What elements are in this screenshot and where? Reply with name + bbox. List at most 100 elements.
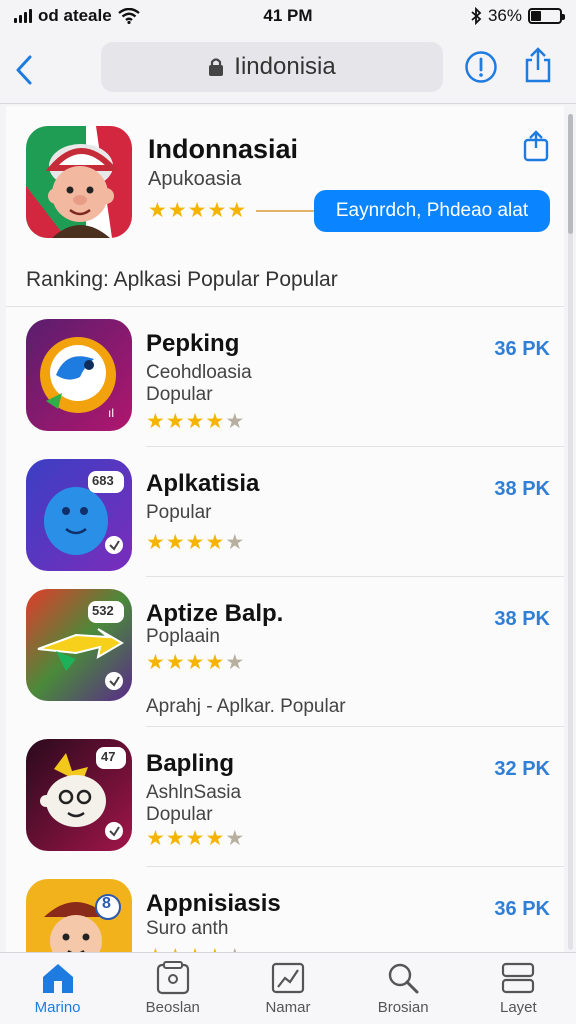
app-badge: 8 — [102, 895, 111, 912]
signal-icon — [14, 9, 32, 23]
star-icon: ★ — [207, 199, 226, 222]
tab-namar[interactable]: Namar — [238, 961, 338, 1016]
star-icon: ★ — [146, 944, 165, 952]
star-icon: ★ — [146, 827, 165, 850]
home-icon — [42, 964, 73, 993]
rating-stars: ★★★★★ — [146, 826, 244, 851]
star-icon: ★ — [227, 199, 246, 222]
status-bar: od ateale 41 PM 36% — [0, 0, 576, 32]
star-icon: ★ — [148, 199, 167, 222]
list-item[interactable]: 683 Aplkatisia Popular ★ ★ ★ ★ ★ 38 PK — [6, 446, 564, 577]
star-icon: ★ — [185, 827, 205, 850]
tab-search[interactable]: Brosian — [353, 961, 453, 1016]
lock-icon — [209, 58, 224, 76]
rating-stars: ★★★★★ — [146, 650, 244, 675]
star-icon: ★ — [146, 410, 165, 433]
app-icon: 532 — [26, 589, 132, 701]
star-icon: ★ — [165, 651, 185, 674]
url-text: Iindonisia — [234, 53, 336, 80]
star-icon: ★ — [205, 944, 224, 952]
get-app-button[interactable]: Eaynrdch, Phdeao alat — [314, 190, 550, 232]
star-icon: ★ — [186, 944, 205, 952]
battery-icon — [528, 8, 565, 24]
share-icon — [525, 47, 551, 83]
star-icon: ★ — [205, 651, 224, 674]
app-category: Poplaain — [146, 626, 220, 647]
rating-stars: ★★★★★ — [146, 944, 244, 952]
address-bar[interactable]: Iindonisia — [101, 42, 443, 92]
app-category: Popular — [146, 502, 212, 523]
tab-home[interactable]: Marino — [8, 961, 108, 1016]
app-title[interactable]: Aptize Balp. — [146, 600, 283, 628]
featured-app-icon — [26, 126, 132, 238]
star-icon: ★ — [185, 651, 205, 674]
app-tag: Dopular — [146, 804, 213, 825]
app-list-page[interactable]: Indonnasiai Apukoasia ★ ★ ★ ★ ★ Eaynrdch, Ph… — [6, 106, 564, 952]
star-icon: ★ — [165, 827, 185, 850]
divider-line — [256, 210, 318, 212]
star-icon: ★ — [146, 651, 165, 674]
star-half-icon: ★ — [225, 827, 244, 850]
featured-rating-stars: ★ ★ ★ ★ ★ — [148, 198, 246, 223]
featured-app-subtitle: Apukoasia — [148, 168, 242, 190]
tab-label: Namar — [265, 999, 311, 1016]
svg-text:ıl: ıl — [108, 406, 114, 420]
tab-bar: Marino Beoslan Namar Brosian Layet — [0, 952, 576, 1024]
status-left: od ateale — [14, 6, 140, 26]
battery-percent: 36% — [487, 6, 522, 25]
status-right: 36% — [470, 6, 565, 26]
share-button[interactable] — [522, 46, 554, 89]
chevron-left-icon — [16, 55, 32, 84]
nav-bar: Iindonisia — [0, 36, 576, 104]
app-title[interactable]: Appnisiasis — [146, 890, 281, 918]
list-item[interactable]: 532 Aptize Balp. Poplaain ★ ★ ★ ★ ★ Aprahj -… — [6, 576, 564, 727]
star-icon: ★ — [167, 199, 187, 222]
rating-stars: ★★★★★ — [146, 530, 244, 555]
list-item[interactable]: 8 Appnisiasis Suro anth ★★★★★ 36 PK — [6, 866, 564, 952]
app-category: Ceohdloasia — [146, 362, 252, 383]
app-icon: 47 — [26, 739, 132, 851]
chart-icon — [271, 962, 305, 994]
section-heading: Ranking: Aplkasi Popular Popular — [26, 268, 338, 291]
featured-app[interactable]: Indonnasiai Apukoasia ★ ★ ★ ★ ★ Eaynrdch, Ph… — [6, 106, 564, 256]
carrier-label: od ateale — [38, 6, 112, 25]
app-tag: Dopular — [146, 384, 213, 405]
info-button[interactable] — [464, 50, 498, 89]
app-price[interactable]: 36 PK — [494, 898, 550, 921]
star-icon: ★ — [205, 531, 224, 554]
app-price[interactable]: 36 PK — [494, 338, 550, 361]
star-half-icon: ★ — [225, 410, 244, 433]
star-icon: ★ — [185, 410, 205, 433]
app-title[interactable]: Pepking — [146, 330, 239, 358]
app-category: AshlnSasia — [146, 782, 242, 803]
tab-label: Layet — [499, 999, 537, 1016]
app-category: Suro anth — [146, 918, 229, 939]
featured-app-title[interactable]: Indonnasiai — [148, 134, 298, 165]
search-icon — [388, 963, 419, 994]
app-price[interactable]: 38 PK — [494, 478, 550, 501]
app-price[interactable]: 32 PK — [494, 758, 550, 781]
app-icon: 683 — [26, 459, 132, 571]
app-title[interactable]: Bapling — [146, 750, 234, 778]
app-title[interactable]: Aplkatisia — [146, 470, 259, 498]
star-icon: ★ — [165, 531, 185, 554]
list-item[interactable]: 47 Bapling AshlnSasia Dopular ★ ★ ★ ★ ★ 32 P… — [6, 726, 564, 867]
star-icon: ★ — [205, 410, 224, 433]
star-half-icon: ★ — [225, 531, 244, 554]
list-item[interactable]: ıl Pepking Ceohdloasia Dopular ★ ★ ★ ★ ★ 36 … — [6, 306, 564, 447]
rating-stars: ★★★★★ — [146, 409, 244, 434]
scrollbar[interactable] — [568, 114, 573, 950]
app-badge: 532 — [92, 603, 114, 618]
star-icon: ★ — [165, 410, 185, 433]
app-price[interactable]: 38 PK — [494, 608, 550, 631]
app-icon: ıl — [26, 319, 132, 431]
scrollbar-thumb[interactable] — [568, 114, 573, 234]
back-button[interactable] — [14, 50, 42, 90]
tab-beoslan[interactable]: Beoslan — [123, 961, 223, 1016]
tab-layet[interactable]: Layet — [468, 961, 568, 1016]
star-half-icon: ★ — [225, 944, 244, 952]
featured-share-button[interactable] — [522, 130, 550, 167]
app-badge: 47 — [101, 749, 116, 764]
star-half-icon: ★ — [225, 651, 244, 674]
frame-icon — [156, 961, 189, 995]
